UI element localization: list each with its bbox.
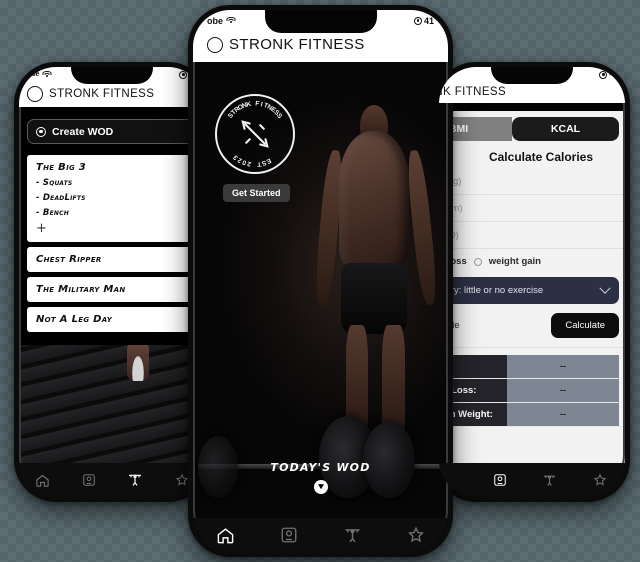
goal-radio-group: weight loss weight gain bbox=[439, 249, 625, 273]
status-right: 41 bbox=[413, 15, 434, 26]
list-item[interactable]: The Big 3 - Squats - DeadLifts - Bench + bbox=[27, 155, 205, 242]
activity-level-select[interactable]: sedentary: little or no exercise bbox=[439, 277, 619, 304]
center-screen: obe 41 STRONK FITNESS S T R O N K F I T … bbox=[193, 10, 448, 552]
carrier-label: obe bbox=[27, 71, 40, 78]
battery-icon bbox=[179, 70, 188, 79]
age-field[interactable]: age (2-99) bbox=[439, 222, 625, 249]
tab-workouts[interactable] bbox=[127, 472, 143, 488]
todays-wod-label: TODAY'S WOD bbox=[270, 461, 371, 474]
table-row: BMR: -- bbox=[439, 355, 625, 379]
app-header: STRONK FITNESS bbox=[19, 82, 205, 107]
tab-workouts[interactable] bbox=[343, 526, 362, 545]
list-item[interactable]: Chest Ripper bbox=[27, 247, 205, 272]
logo-icon bbox=[207, 36, 223, 53]
wifi-icon bbox=[42, 70, 52, 79]
battery-icon bbox=[413, 16, 422, 25]
battery-level: 41 bbox=[423, 15, 434, 26]
tab-scale[interactable] bbox=[493, 473, 507, 487]
get-started-button[interactable]: Get Started bbox=[223, 184, 290, 202]
calculate-button[interactable]: Calculate bbox=[551, 313, 619, 338]
notch bbox=[491, 67, 573, 84]
tab-kcal[interactable]: KCAL bbox=[512, 117, 619, 141]
result-value: -- bbox=[507, 403, 619, 426]
notch bbox=[264, 10, 377, 33]
wod-exercise: - DeadLifts bbox=[36, 193, 86, 203]
tab-favorites[interactable] bbox=[593, 473, 607, 487]
result-value: -- bbox=[507, 379, 619, 402]
phone-right-calculator: 41 ONK FITNESS BMI KCAL Calculate Calori… bbox=[434, 62, 630, 502]
carrier-label: obe bbox=[207, 15, 224, 26]
chevron-down-icon bbox=[599, 282, 611, 294]
radio-weight-gain[interactable] bbox=[473, 257, 482, 266]
barbell-icon bbox=[241, 120, 269, 148]
wod-list: The Big 3 - Squats - DeadLifts - Bench +… bbox=[27, 155, 205, 337]
page-title: STRONK FITNESS bbox=[49, 88, 155, 100]
wod-title: The Big 3 bbox=[36, 162, 87, 173]
brand-logo-badge: STRONK FITNESSEST 2023 bbox=[215, 94, 295, 174]
result-value: -- bbox=[507, 355, 619, 378]
status-left: obe bbox=[27, 70, 52, 79]
results-table: BMR: -- Weight Loss: -- Maintain Weight:… bbox=[439, 355, 625, 427]
battery-icon bbox=[599, 70, 608, 79]
record-circle-icon bbox=[36, 126, 46, 137]
segmented-control: BMI KCAL bbox=[439, 117, 625, 141]
tab-home[interactable] bbox=[35, 473, 50, 488]
create-wod-button[interactable]: Create WOD bbox=[27, 119, 205, 144]
todays-wod-section[interactable]: TODAY'S WOD bbox=[193, 461, 448, 494]
notch bbox=[71, 67, 153, 84]
activity-level-value: sedentary: little or no exercise bbox=[439, 285, 544, 296]
table-row: Weight Loss: -- bbox=[439, 379, 625, 403]
tab-home[interactable] bbox=[216, 526, 235, 545]
right-content: BMI KCAL Calculate Calories weight (kg) … bbox=[439, 111, 625, 463]
left-screen: obe 41 STRONK FITNESS Cre bbox=[19, 67, 205, 497]
left-content: Create WOD The Big 3 - Squats - DeadLift… bbox=[19, 111, 205, 497]
right-screen: 41 ONK FITNESS BMI KCAL Calculate Calori… bbox=[439, 67, 625, 497]
tab-bar bbox=[193, 518, 448, 552]
page-title: ONK FITNESS bbox=[439, 86, 507, 98]
radio-weight-gain-label[interactable]: weight gain bbox=[489, 256, 541, 267]
app-header: ONK FITNESS bbox=[439, 82, 625, 103]
tab-scale[interactable] bbox=[82, 473, 96, 487]
wifi-icon bbox=[226, 16, 236, 25]
wod-title: The Military Man bbox=[36, 284, 126, 295]
screenshot-canvas: obe 41 STRONK FITNESS Cre bbox=[0, 0, 640, 562]
tab-bar bbox=[439, 463, 625, 497]
tab-favorites[interactable] bbox=[407, 526, 425, 544]
athlete-figure bbox=[313, 104, 439, 464]
tab-bar bbox=[19, 463, 205, 497]
page-title: STRONK FITNESS bbox=[229, 36, 365, 53]
tab-workouts[interactable] bbox=[542, 473, 557, 488]
create-wod-label: Create WOD bbox=[52, 125, 114, 138]
wod-title: Chest Ripper bbox=[36, 254, 102, 265]
phone-left-workouts: obe 41 STRONK FITNESS Cre bbox=[14, 62, 210, 502]
form-title: Calculate Calories bbox=[488, 150, 594, 164]
logo-icon bbox=[27, 86, 43, 102]
status-right: 41 bbox=[599, 70, 617, 79]
tab-scale[interactable] bbox=[280, 526, 298, 544]
table-row: Maintain Weight: -- bbox=[439, 403, 625, 427]
hero-photo-athlete: STRONK FITNESSEST 2023 Get Started TODAY… bbox=[193, 62, 448, 552]
battery-level: 41 bbox=[609, 71, 617, 78]
phone-center-home: obe 41 STRONK FITNESS S T R O N K F I T … bbox=[188, 5, 453, 557]
app-header: STRONK FITNESS bbox=[193, 29, 448, 62]
status-left: obe bbox=[207, 15, 236, 26]
wod-exercise: - Squats bbox=[36, 178, 73, 188]
add-exercise-button[interactable]: + bbox=[36, 222, 202, 235]
list-item[interactable]: Not A Leg Day bbox=[27, 307, 205, 332]
height-field[interactable]: height (cm) bbox=[439, 195, 625, 222]
gender-row: female Calculate bbox=[439, 304, 625, 348]
wod-title: Not A Leg Day bbox=[36, 314, 113, 325]
wod-exercise: - Bench bbox=[36, 208, 69, 218]
down-arrow-circle-icon[interactable] bbox=[313, 480, 328, 494]
list-item[interactable]: The Military Man bbox=[27, 277, 205, 302]
weight-field[interactable]: weight (kg) bbox=[439, 168, 625, 195]
